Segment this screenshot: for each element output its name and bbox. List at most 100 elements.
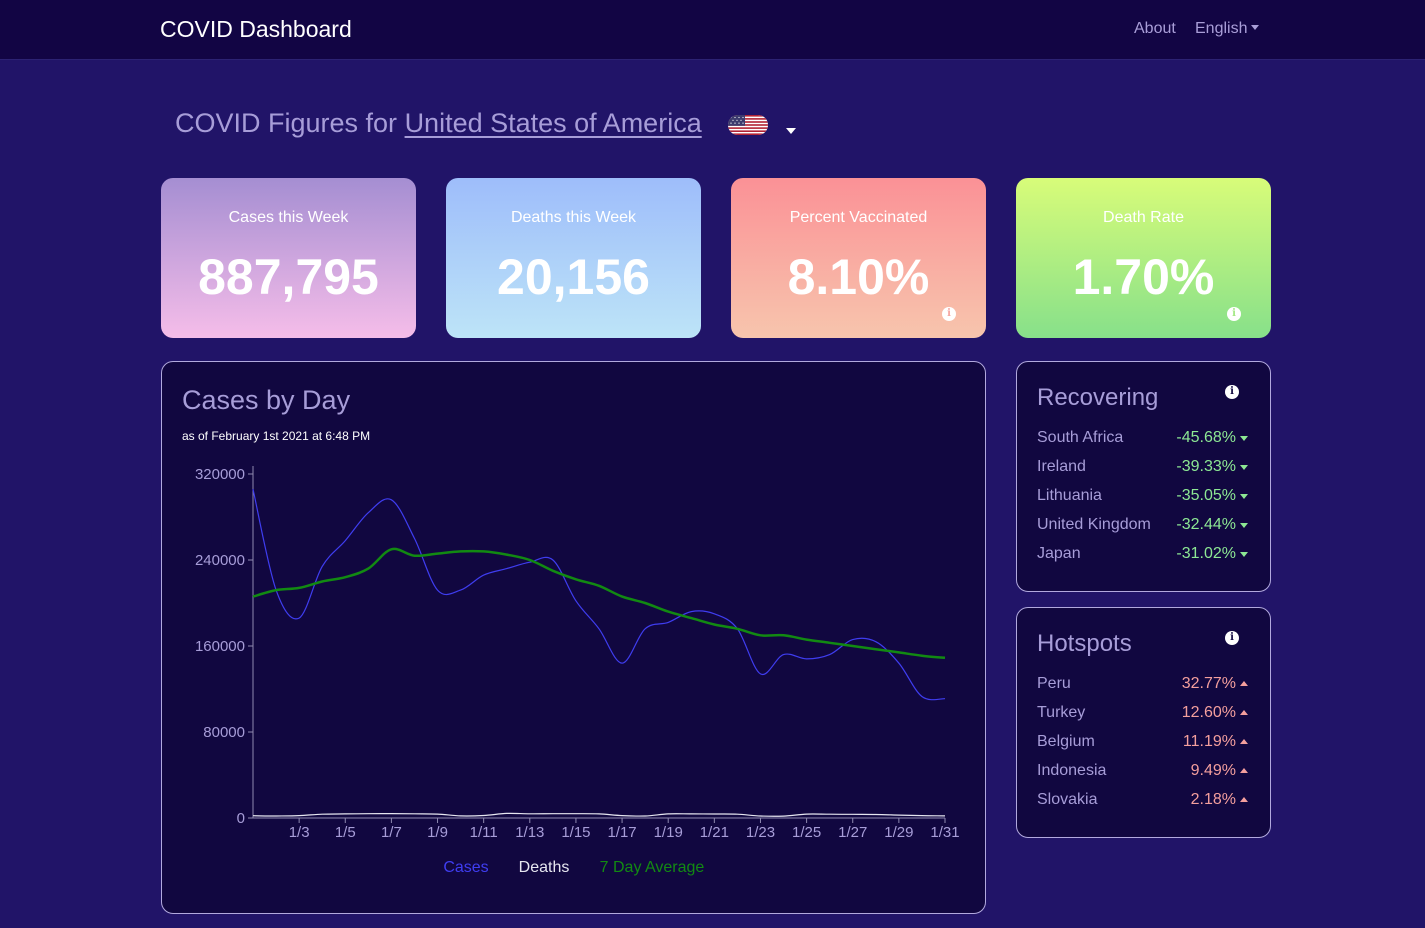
- x-tick-label: 1/17: [607, 824, 636, 841]
- change-percent: 9.49%: [1190, 762, 1236, 779]
- cases-by-day-panel: 0 80000 160000 240000 320000 1/3 1/5 1/7 1/9 1/11…: [161, 361, 986, 914]
- list-item: United Kingdom -32.44%: [1037, 516, 1248, 545]
- cases-card-label: Cases this Week: [228, 209, 349, 226]
- change-percent: -31.02%: [1176, 545, 1236, 562]
- x-tick-label: 1/27: [838, 824, 867, 841]
- deaths-card-value: 20,156: [497, 249, 650, 305]
- y-tick-label: 160000: [195, 638, 245, 655]
- country-name: Peru: [1037, 675, 1071, 692]
- change-percent: 2.18%: [1190, 791, 1236, 808]
- death-rate-card-value: 1.70%: [1072, 249, 1215, 305]
- x-tick-label: 1/29: [884, 824, 913, 841]
- us-flag-icon[interactable]: [728, 115, 768, 135]
- arrow-up-icon: [1240, 710, 1248, 715]
- deaths-card-label: Deaths this Week: [510, 209, 637, 226]
- list-item: Turkey 12.60%: [1037, 704, 1248, 733]
- change-percent: 32.77%: [1181, 675, 1236, 692]
- arrow-down-icon: [1240, 494, 1248, 499]
- chevron-down-icon: [1251, 25, 1260, 31]
- change-percent: 11.19%: [1182, 733, 1236, 750]
- cases-card: Cases this Week 887,795: [161, 178, 416, 338]
- x-tick-label: 1/21: [700, 824, 729, 841]
- change-percent: -32.44%: [1176, 516, 1236, 533]
- hotspots-panel: Hotspots i Peru 32.77% Turkey 12.60% Belgi…: [1016, 607, 1271, 838]
- y-tick-label: 80000: [203, 724, 245, 741]
- vaccinated-card: Percent Vaccinated 8.10% i: [731, 178, 986, 338]
- change-percent: -45.68%: [1176, 429, 1236, 446]
- chart-subtitle: as of February 1st 2021 at 6:48 PM: [182, 429, 371, 443]
- list-item: Slovakia 2.18%: [1037, 791, 1248, 820]
- x-tick-label: 1/19: [654, 824, 683, 841]
- vaccinated-card-value: 8.10%: [787, 249, 930, 305]
- cases-card-value: 887,795: [198, 249, 379, 305]
- page-title-prefix: COVID Figures for: [175, 108, 405, 138]
- arrow-down-icon: [1240, 465, 1248, 470]
- list-item: South Africa -45.68%: [1037, 429, 1248, 458]
- legend-item: Cases: [443, 859, 488, 876]
- x-tick-label: 1/31: [930, 824, 959, 841]
- chart-title: Cases by Day: [182, 385, 351, 415]
- list-item: Japan -31.02%: [1037, 545, 1248, 574]
- country-name: Ireland: [1037, 458, 1086, 475]
- navbar: COVID Dashboard About English: [0, 0, 1425, 60]
- about-link[interactable]: About: [1134, 20, 1176, 38]
- list-item: Peru 32.77%: [1037, 675, 1248, 704]
- cases-by-day-chart: 0 80000 160000 240000 320000 1/3 1/5 1/7 1/9 1/11…: [195, 466, 960, 876]
- x-tick-label: 1/13: [515, 824, 544, 841]
- x-tick-label: 1/9: [427, 824, 448, 841]
- country-name: United Kingdom: [1037, 516, 1151, 533]
- recovering-panel: Recovering i South Africa -45.68% Ireland…: [1016, 361, 1271, 592]
- arrow-down-icon: [1240, 436, 1248, 441]
- hotspots-list: Peru 32.77% Turkey 12.60% Belgium 11.19% In…: [1037, 675, 1248, 820]
- deaths-card: Deaths this Week 20,156: [446, 178, 701, 338]
- page-title: COVID Figures for United States of Ameri…: [175, 108, 702, 139]
- country-dropdown-toggle[interactable]: [786, 122, 796, 140]
- arrow-up-icon: [1240, 739, 1248, 744]
- info-icon[interactable]: i: [1225, 385, 1239, 399]
- cases-series-line: [252, 488, 946, 701]
- y-tick-label: 0: [237, 810, 245, 827]
- x-tick-label: 1/3: [289, 824, 310, 841]
- list-item: Lithuania -35.05%: [1037, 487, 1248, 516]
- legend-item: 7 Day Average: [600, 859, 705, 876]
- x-tick-label: 1/7: [381, 824, 402, 841]
- info-icon[interactable]: i: [1225, 631, 1239, 645]
- country-name: Lithuania: [1037, 487, 1102, 504]
- x-tick-label: 1/23: [746, 824, 775, 841]
- country-link[interactable]: United States of America: [405, 108, 702, 138]
- recovering-title: Recovering: [1037, 384, 1159, 411]
- chevron-down-icon: [786, 127, 796, 134]
- country-name: Indonesia: [1037, 762, 1107, 779]
- arrow-up-icon: [1240, 768, 1248, 773]
- country-name: Japan: [1037, 545, 1081, 562]
- info-icon[interactable]: i: [1227, 307, 1241, 321]
- hotspots-title: Hotspots: [1037, 630, 1132, 657]
- change-percent: -35.05%: [1176, 487, 1236, 504]
- x-tick-label: 1/15: [561, 824, 590, 841]
- country-name: Turkey: [1037, 704, 1086, 721]
- x-tick-label: 1/5: [335, 824, 356, 841]
- list-item: Belgium 11.19%: [1037, 733, 1248, 762]
- death-rate-card: Death Rate 1.70% i: [1016, 178, 1271, 338]
- change-percent: -39.33%: [1176, 458, 1236, 475]
- brand-link[interactable]: COVID Dashboard: [160, 16, 352, 43]
- list-item: Indonesia 9.49%: [1037, 762, 1248, 791]
- arrow-down-icon: [1240, 552, 1248, 557]
- list-item: Ireland -39.33%: [1037, 458, 1248, 487]
- deaths-series-line: [252, 812, 946, 817]
- change-percent: 12.60%: [1181, 704, 1236, 721]
- vaccinated-card-label: Percent Vaccinated: [789, 209, 928, 226]
- arrow-up-icon: [1240, 797, 1248, 802]
- x-tick-label: 1/11: [470, 824, 498, 841]
- arrow-up-icon: [1240, 681, 1248, 686]
- legend-item: Deaths: [519, 859, 570, 876]
- country-name: South Africa: [1037, 429, 1124, 446]
- language-label: English: [1195, 20, 1248, 37]
- info-icon[interactable]: i: [942, 307, 956, 321]
- x-tick-label: 1/25: [792, 824, 821, 841]
- country-name: Belgium: [1037, 733, 1095, 750]
- death-rate-card-label: Death Rate: [1103, 209, 1184, 226]
- y-tick-label: 320000: [195, 466, 245, 483]
- language-dropdown[interactable]: English: [1195, 20, 1260, 38]
- arrow-down-icon: [1240, 523, 1248, 528]
